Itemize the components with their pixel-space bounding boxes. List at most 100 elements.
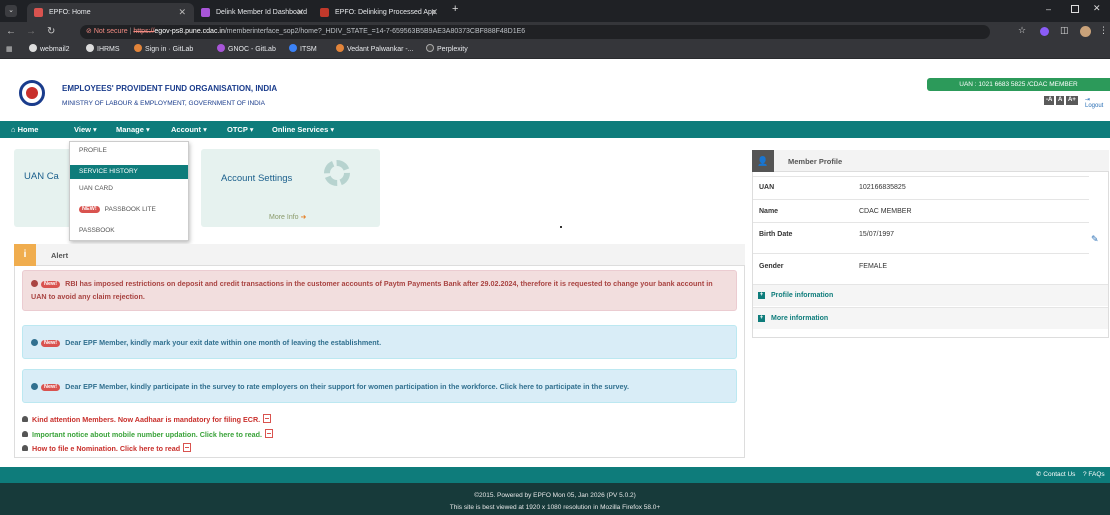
logout-link[interactable]: ⇥ Logout	[1085, 96, 1110, 109]
more-info-link[interactable]: More Info ➜	[269, 213, 306, 221]
font-increase-button[interactable]: A+	[1066, 96, 1078, 105]
menu-otcp[interactable]: OTCP ▾	[227, 121, 254, 138]
info-icon: i	[14, 244, 36, 266]
menu-manage[interactable]: Manage ▾	[116, 121, 150, 138]
dropdown-item-profile[interactable]: PROFILE	[70, 144, 188, 158]
org-name: EMPLOYEES' PROVIDENT FUND ORGANISATION, …	[62, 84, 278, 93]
pdf-icon	[265, 429, 274, 438]
browser-tab-delinking[interactable]: EPFO: Delinking Processed App ✕	[313, 3, 446, 22]
font-decrease-button[interactable]: -A	[1044, 96, 1055, 105]
gnoc-icon	[217, 44, 225, 52]
aadhaar-ecr-link[interactable]: Kind attention Members. Now Aadhaar is m…	[22, 414, 272, 424]
url-scheme: https://	[133, 28, 155, 35]
add-user-icon: 👤	[752, 150, 774, 172]
forward-icon[interactable]: →	[26, 25, 36, 38]
profile-row-name: Name CDAC MEMBER	[753, 199, 1089, 222]
profile-information-section[interactable]: + Profile information	[753, 284, 1108, 306]
faqs-link[interactable]: ? FAQs	[1083, 467, 1105, 483]
member-profile-title: Member Profile	[788, 157, 843, 166]
alert-header	[14, 244, 745, 266]
itsm-icon	[289, 44, 297, 52]
dropdown-item-service-history[interactable]: SERVICE HISTORY	[70, 165, 188, 179]
dropdown-item-passbook-lite[interactable]: NEW! PASSBOOK LITE	[70, 203, 188, 217]
footer-bar: ✆ Contact Us ? FAQs	[0, 467, 1110, 483]
epfo-logo	[19, 80, 45, 106]
caret-down-icon: ▾	[328, 125, 335, 134]
account-settings-title: Account Settings	[221, 173, 293, 184]
globe-icon	[86, 44, 94, 52]
bookmark-perplexity[interactable]: Perplexity	[426, 41, 468, 59]
info-circle-icon	[31, 339, 38, 346]
pdf-icon	[263, 414, 272, 423]
apps-grid-icon[interactable]: ▦	[6, 41, 13, 59]
browser-tab-bar: ⌄ EPFO: Home ✕ Delink Member Id Dashboar…	[0, 0, 1110, 22]
perplexity-icon	[426, 44, 434, 52]
profile-avatar-icon[interactable]	[1080, 26, 1091, 37]
e-nomination-link[interactable]: How to file e Nomination. Click here to …	[22, 443, 192, 453]
close-tab-icon[interactable]: ✕	[178, 3, 186, 22]
alert-notice-exit-date[interactable]: New! Dear EPF Member, kindly mark your ex…	[22, 325, 737, 359]
url-host: egov-ps8.pune.cdac.in	[154, 28, 225, 35]
bookmark-webmail2[interactable]: webmail2	[29, 41, 70, 59]
caret-down-icon: ▾	[143, 125, 150, 134]
close-window-icon[interactable]: ✕	[1093, 3, 1101, 14]
dropdown-item-passbook[interactable]: PASSBOOK	[70, 224, 188, 238]
new-tab-button[interactable]: +	[452, 3, 458, 15]
font-normal-button[interactable]: A	[1056, 96, 1065, 105]
epfo-favicon-icon	[34, 8, 43, 17]
menu-view[interactable]: View ▾	[74, 121, 97, 138]
bookmark-gnoc-gitlab[interactable]: GNOC - GitLab	[217, 41, 276, 59]
reload-icon[interactable]: ↻	[47, 25, 55, 38]
bookmark-vedant[interactable]: Vedant Palwankar -...	[336, 41, 414, 59]
extensions-puzzle-icon[interactable]: ◫	[1060, 25, 1069, 36]
url-input[interactable]: ⊘ Not secure | https://egov-ps8.pune.cda…	[80, 25, 990, 39]
gitlab-icon	[336, 44, 344, 52]
profile-value: FEMALE	[859, 263, 888, 270]
mobile-updation-link[interactable]: Important notice about mobile number upd…	[22, 429, 274, 439]
alert-title: Alert	[51, 251, 69, 260]
dropdown-item-uan-card[interactable]: UAN CARD	[70, 182, 188, 196]
close-tab-icon[interactable]: ✕	[296, 3, 304, 22]
profile-key: Name	[759, 208, 779, 215]
bookmarks-bar: ▦ webmail2 IHRMS Sign in · GitLab GNOC -…	[0, 41, 1110, 59]
bookmark-gitlab-signin[interactable]: Sign in · GitLab	[134, 41, 193, 59]
minimize-icon[interactable]: –	[1046, 4, 1051, 14]
contact-us-link[interactable]: ✆ Contact Us	[1036, 467, 1075, 483]
extension-icon[interactable]	[1040, 27, 1049, 36]
browser-tab-delink[interactable]: Delink Member Id Dashboard ✕	[194, 3, 312, 22]
new-badge: New!	[41, 340, 61, 347]
profile-value: 102166835825	[859, 184, 906, 191]
gear-icon	[324, 160, 350, 186]
info-circle-icon	[31, 383, 38, 390]
globe-icon	[29, 44, 37, 52]
edit-profile-icon[interactable]: ✎	[1091, 234, 1101, 244]
caret-down-icon: ▾	[201, 125, 207, 134]
address-bar: ← → ↻ ⊘ Not secure | https://egov-ps8.pu…	[0, 22, 1110, 41]
menu-online-services[interactable]: Online Services ▾	[272, 121, 334, 138]
site-footer: ©2015. Powered by EPFO Mon 05, Jan 2026 …	[0, 483, 1110, 515]
menu-home[interactable]: ⌂ Home	[11, 121, 38, 138]
bookmark-itsm[interactable]: ITSM	[289, 41, 317, 59]
bookmark-ihrms[interactable]: IHRMS	[86, 41, 120, 59]
alert-notice-paytm[interactable]: New! RBI has imposed restrictions on depo…	[22, 270, 737, 311]
profile-key: Birth Date	[759, 231, 793, 238]
browser-tab-epfo-home[interactable]: EPFO: Home ✕	[27, 3, 194, 22]
dot-marker	[560, 226, 562, 228]
bookmark-star-icon[interactable]: ☆	[1018, 25, 1026, 36]
not-secure-badge[interactable]: ⊘ Not secure	[86, 28, 128, 35]
footer-resolution-note: This site is best viewed at 1920 x 1080 …	[449, 504, 661, 511]
more-information-section[interactable]: + More information	[753, 307, 1108, 329]
tab-search-icon[interactable]: ⌄	[5, 5, 17, 17]
arrow-circle-right-icon: ➜	[298, 214, 307, 221]
browser-menu-icon[interactable]: ⋮	[1099, 25, 1108, 36]
maximize-icon[interactable]	[1071, 5, 1079, 13]
menu-account[interactable]: Account ▾	[171, 121, 207, 138]
close-tab-icon[interactable]: ✕	[430, 3, 438, 22]
uan-badge: UAN : 1021 6683 5825 /CDAC MEMBER	[927, 78, 1110, 91]
profile-row-birth-date: Birth Date 15/07/1997	[753, 222, 1089, 253]
gitlab-icon	[134, 44, 142, 52]
alert-notice-survey[interactable]: New! Dear EPF Member, kindly participate …	[22, 369, 737, 403]
url-path: /memberinterface_sop2/home?_HDIV_STATE_=…	[224, 28, 526, 35]
back-icon[interactable]: ←	[6, 25, 16, 38]
profile-key: UAN	[759, 184, 775, 191]
